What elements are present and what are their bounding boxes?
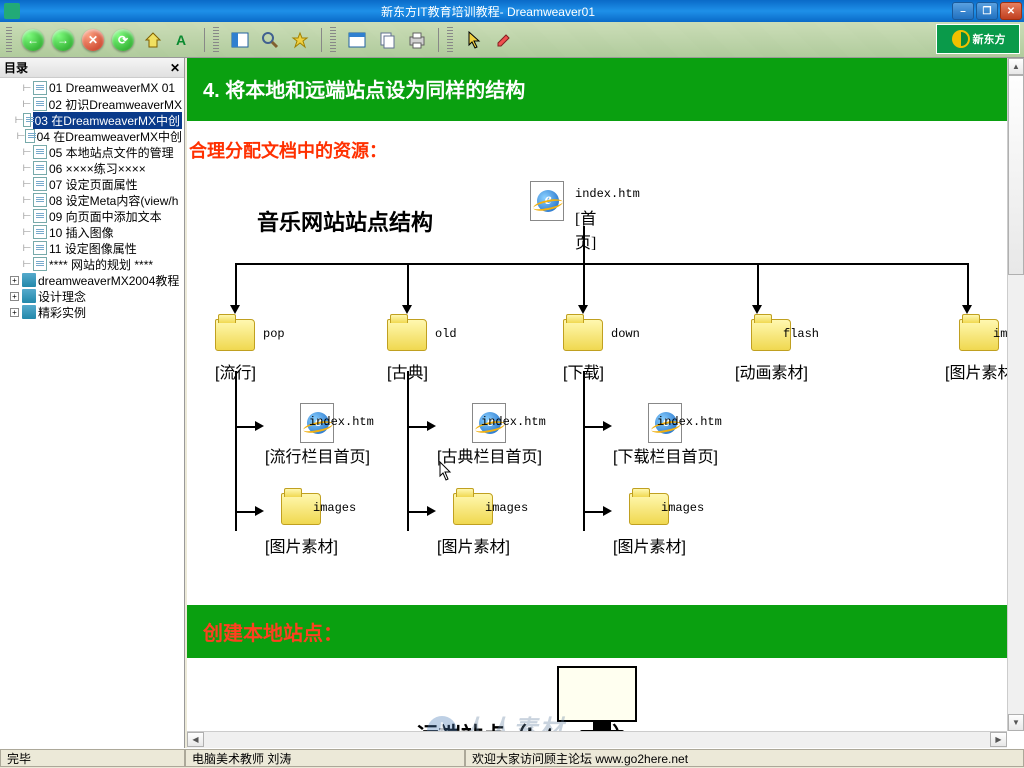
sidebar: 目录 ✕ ⊢01 DreamweaverMX 01⊢02 初识Dreamweav…	[0, 58, 185, 748]
tree-item[interactable]: ⊢04 在DreamweaverMX中创	[2, 128, 182, 144]
back-button[interactable]: ←	[20, 27, 46, 53]
page-icon	[23, 113, 30, 127]
page-node: index.htm[流行栏目首页]	[265, 403, 370, 467]
restore-button[interactable]: ❐	[976, 2, 998, 20]
folder-node: flash[动画素材]	[735, 315, 808, 383]
window-button[interactable]	[344, 27, 370, 53]
marker-tool-button[interactable]	[491, 27, 517, 53]
page-node: index.htm[古典栏目首页]	[437, 403, 542, 467]
page-icon	[33, 209, 47, 223]
page-icon	[33, 257, 47, 271]
status-mid: 电脑美术教师 刘涛	[185, 749, 465, 767]
brand-logo: 新东方	[936, 24, 1020, 54]
toolbar-grip[interactable]	[6, 27, 12, 53]
tree-item[interactable]: +设计理念	[2, 288, 182, 304]
horizontal-scrollbar[interactable]: ◀ ▶	[187, 731, 1007, 748]
page-icon	[33, 177, 47, 191]
node-root: index.htm [首页]	[527, 181, 567, 219]
pointer-tool-button[interactable]	[461, 27, 487, 53]
folder-node: images[图片素材]	[613, 489, 686, 557]
statusbar: 完毕 电脑美术教师 刘涛 欢迎大家访问顾主论坛 www.go2here.net	[0, 748, 1024, 768]
folder-node: images[图片素材]	[265, 489, 338, 557]
folder-icon	[563, 319, 603, 351]
page-icon	[33, 241, 47, 255]
computer-icon	[557, 666, 647, 736]
ie-icon	[530, 181, 564, 221]
page-node: index.htm[下载栏目首页]	[613, 403, 718, 467]
tree-item[interactable]: ⊢01 DreamweaverMX 01	[2, 80, 182, 96]
window-titlebar: 新东方IT教育培训教程- Dreamweaver01 – ❐ ✕	[0, 0, 1024, 22]
svg-text:A: A	[176, 32, 186, 48]
subsection-title: 合理分配文档中的资源：	[187, 129, 1024, 171]
status-left: 完毕	[0, 749, 185, 767]
section-heading: 4. 将本地和远端站点设为同样的结构	[187, 58, 1024, 121]
toolbar: ← → ✕ ⟳ A 新东方	[0, 22, 1024, 58]
sidebar-header: 目录 ✕	[0, 58, 184, 78]
copy-button[interactable]	[374, 27, 400, 53]
sidebar-title: 目录	[4, 59, 28, 76]
book-icon	[22, 289, 36, 303]
page-icon	[33, 97, 47, 111]
tree-item[interactable]: ⊢11 设定图像属性	[2, 240, 182, 256]
tree-item[interactable]: ⊢06 ××××练习××××	[2, 160, 182, 176]
page-icon	[33, 225, 47, 239]
refresh-button[interactable]: ⟳	[110, 27, 136, 53]
toolbar-grip[interactable]	[330, 27, 336, 53]
status-right: 欢迎大家访问顾主论坛 www.go2here.net	[465, 749, 1024, 767]
folder-icon	[387, 319, 427, 351]
book-icon	[22, 273, 36, 287]
folder-icon	[215, 319, 255, 351]
home-button[interactable]	[140, 27, 166, 53]
section-heading-2: 创建本地站点：	[187, 605, 1024, 658]
page-icon	[33, 81, 47, 95]
page-icon	[25, 129, 34, 143]
toolbar-grip[interactable]	[447, 27, 453, 53]
site-structure-diagram: 音乐网站站点结构 index.htm [首页]	[187, 171, 1024, 591]
favorites-button[interactable]	[287, 27, 313, 53]
tree-item[interactable]: ⊢05 本地站点文件的管理	[2, 144, 182, 160]
toolbar-grip[interactable]	[213, 27, 219, 53]
diagram-title: 音乐网站站点结构	[257, 205, 433, 237]
tree-item[interactable]: ⊢10 插入图像	[2, 224, 182, 240]
tree-item[interactable]: ⊢**** 网站的规划 ****	[2, 256, 182, 272]
folder-node: images[图片素材]	[437, 489, 510, 557]
panel-toggle-button[interactable]	[227, 27, 253, 53]
tree-item[interactable]: ⊢02 初识DreamweaverMX	[2, 96, 182, 112]
forward-button[interactable]: →	[50, 27, 76, 53]
tree-item[interactable]: ⊢08 设定Meta内容(view/h	[2, 192, 182, 208]
folder-node: images[图片素材	[945, 315, 1013, 383]
page-icon	[33, 193, 47, 207]
search-button[interactable]	[257, 27, 283, 53]
toc-tree[interactable]: ⊢01 DreamweaverMX 01⊢02 初识DreamweaverMX⊢…	[0, 78, 184, 748]
stop-button[interactable]: ✕	[80, 27, 106, 53]
remote-site-label: 远端站点（Intennet）	[187, 666, 1024, 720]
page-icon	[33, 161, 47, 175]
content-pane: 4. 将本地和远端站点设为同样的结构 合理分配文档中的资源： 音乐网站站点结构 …	[185, 58, 1024, 748]
book-icon	[22, 305, 36, 319]
close-button[interactable]: ✕	[1000, 2, 1022, 20]
sidebar-close-icon[interactable]: ✕	[170, 61, 180, 75]
font-button[interactable]: A	[170, 27, 196, 53]
app-icon	[4, 3, 20, 19]
vertical-scrollbar[interactable]: ▲ ▼	[1007, 58, 1024, 731]
tree-item[interactable]: +精彩实例	[2, 304, 182, 320]
tree-item[interactable]: ⊢09 向页面中添加文本	[2, 208, 182, 224]
tree-item[interactable]: +dreamweaverMX2004教程	[2, 272, 182, 288]
page-icon	[33, 145, 47, 159]
tree-item[interactable]: ⊢07 设定页面属性	[2, 176, 182, 192]
window-title: 新东方IT教育培训教程- Dreamweaver01	[24, 3, 952, 20]
print-button[interactable]	[404, 27, 430, 53]
minimize-button[interactable]: –	[952, 2, 974, 20]
tree-item[interactable]: ⊢03 在DreamweaverMX中创	[2, 112, 182, 128]
